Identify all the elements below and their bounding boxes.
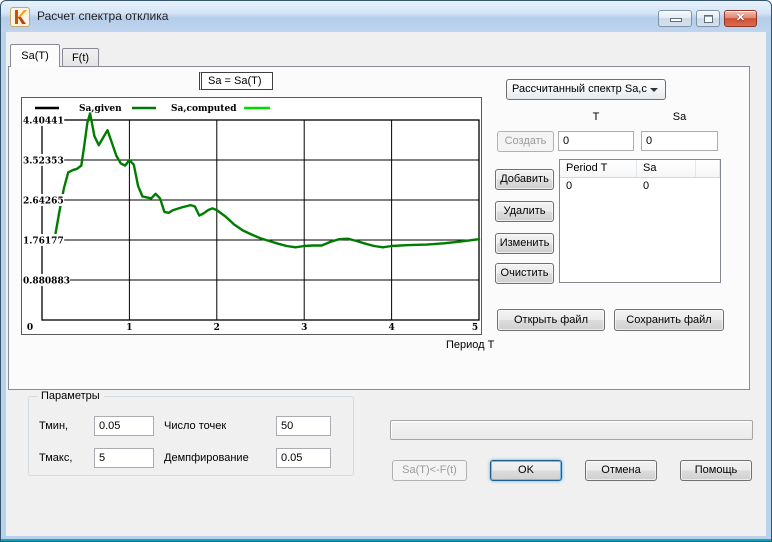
plot-border: [41, 119, 480, 321]
tmin-input[interactable]: [94, 416, 154, 436]
sa-computed-curve: [53, 112, 481, 249]
tmax-input[interactable]: [94, 448, 154, 468]
clear-button[interactable]: Очистить: [495, 263, 554, 284]
x-tick-label: 0: [27, 323, 33, 333]
spectrum-selector-combobox[interactable]: Рассчитанный спектр Sa,c: [506, 79, 666, 100]
ok-button[interactable]: OK: [490, 460, 562, 481]
t-input[interactable]: [558, 131, 634, 151]
open-file-button-label: Открыть файл: [514, 314, 588, 326]
app-icon: [10, 7, 30, 27]
dialog-window: Расчет спектра отклика ✕ Sa(T) F(t) Sa =…: [0, 0, 772, 542]
window-title: Расчет спектра отклика: [37, 9, 169, 23]
chart-formula-text: Sa = Sa(T): [208, 75, 262, 87]
table-cell: 0: [566, 180, 573, 192]
maximize-icon: [704, 15, 713, 23]
x-tick-label: 1: [126, 323, 132, 333]
table-header-cell[interactable]: [696, 160, 720, 177]
tab-ft[interactable]: F(t): [62, 48, 99, 67]
y-tick-label: 2.64265: [23, 196, 64, 206]
chart-x-axis-label: Период T: [446, 339, 495, 351]
npoints-input[interactable]: [276, 416, 331, 436]
help-button[interactable]: Помощь: [680, 460, 752, 481]
combobox-value: Рассчитанный спектр Sa,c: [512, 83, 647, 95]
close-icon: ✕: [735, 12, 746, 24]
y-tick-label: 1.76177: [23, 236, 64, 246]
chevron-down-icon: [650, 88, 658, 92]
delete-button-label: Удалить: [503, 205, 546, 217]
create-button-label: Создать: [504, 135, 547, 147]
parameters-groupbox-label: Параметры: [37, 390, 104, 402]
sa-column-label: Sa: [672, 111, 687, 123]
edit-button[interactable]: Изменить: [495, 233, 554, 254]
sa-input[interactable]: [641, 131, 718, 151]
tab-sat-label: Sa(T): [21, 50, 49, 62]
cancel-button-label: Отмена: [601, 464, 641, 476]
progress-bar: [390, 420, 753, 440]
points-table[interactable]: Period T Sa 0 0: [559, 159, 721, 283]
add-button[interactable]: Добавить: [495, 169, 554, 190]
npoints-label: Число точек: [164, 420, 227, 432]
tmax-label: Тмакс,: [39, 452, 73, 464]
parameters-groupbox: Параметры Тмин, Число точек Тмакс, Демпф…: [28, 390, 354, 476]
create-button[interactable]: Создать: [497, 131, 554, 152]
cancel-button[interactable]: Отмена: [585, 460, 657, 481]
legend-label: Sa,given: [79, 104, 122, 114]
chart-formula-box: Sa = Sa(T): [199, 72, 273, 90]
help-button-label: Помощь: [694, 464, 738, 476]
delete-button[interactable]: Удалить: [495, 201, 554, 222]
table-header: Period T Sa: [560, 160, 720, 178]
tmin-label: Тмин,: [39, 420, 69, 432]
table-cell: [696, 178, 720, 195]
tab-sat[interactable]: Sa(T): [10, 44, 60, 67]
table-header-cell[interactable]: Sa: [637, 160, 696, 177]
title-bar[interactable]: Расчет спектра отклика ✕: [1, 1, 771, 32]
open-file-button[interactable]: Открыть файл: [497, 309, 605, 331]
legend-label: Sa,computed: [171, 104, 237, 114]
y-tick-label: 4.40441: [23, 117, 64, 127]
table-header-cell[interactable]: Period T: [560, 160, 637, 177]
x-tick-label: 5: [472, 323, 478, 333]
tab-ft-label: F(t): [71, 52, 90, 64]
damping-label: Демпфирование: [164, 452, 249, 464]
y-tick-label: 0.880883: [23, 277, 70, 287]
close-button[interactable]: ✕: [724, 10, 757, 27]
dialog-client-area: Sa(T) F(t) Sa = Sa(T) 0.880883 1.76177 2.6…: [6, 32, 766, 536]
t-column-label: T: [592, 111, 600, 123]
save-file-button[interactable]: Сохранить файл: [614, 309, 724, 331]
convert-sat-from-ft-button[interactable]: Sa(T)<-F(t): [392, 460, 467, 481]
spectrum-chart: 0.880883 1.76177 2.64265 3.52353 4.40441 0 1 2 3…: [21, 97, 482, 335]
edit-button-label: Изменить: [499, 237, 550, 249]
save-file-button-label: Сохранить файл: [626, 314, 712, 326]
minimize-icon: [670, 18, 682, 22]
add-button-label: Добавить: [500, 173, 549, 185]
x-tick-label: 4: [388, 323, 394, 333]
tab-page-sat: Sa = Sa(T) 0.880883 1.76177 2.64265 3.52353…: [8, 66, 750, 390]
x-tick-label: 3: [301, 323, 307, 333]
convert-button-label: Sa(T)<-F(t): [402, 464, 457, 476]
clear-button-label: Очистить: [500, 267, 549, 279]
maximize-button[interactable]: [696, 10, 720, 27]
table-row[interactable]: 00: [560, 178, 720, 195]
damping-input[interactable]: [276, 448, 331, 468]
x-tick-label: 2: [214, 323, 220, 333]
table-cell: 0: [643, 180, 650, 192]
ok-button-label: OK: [518, 464, 534, 476]
minimize-button[interactable]: [658, 10, 692, 27]
y-tick-label: 3.52353: [23, 157, 64, 167]
